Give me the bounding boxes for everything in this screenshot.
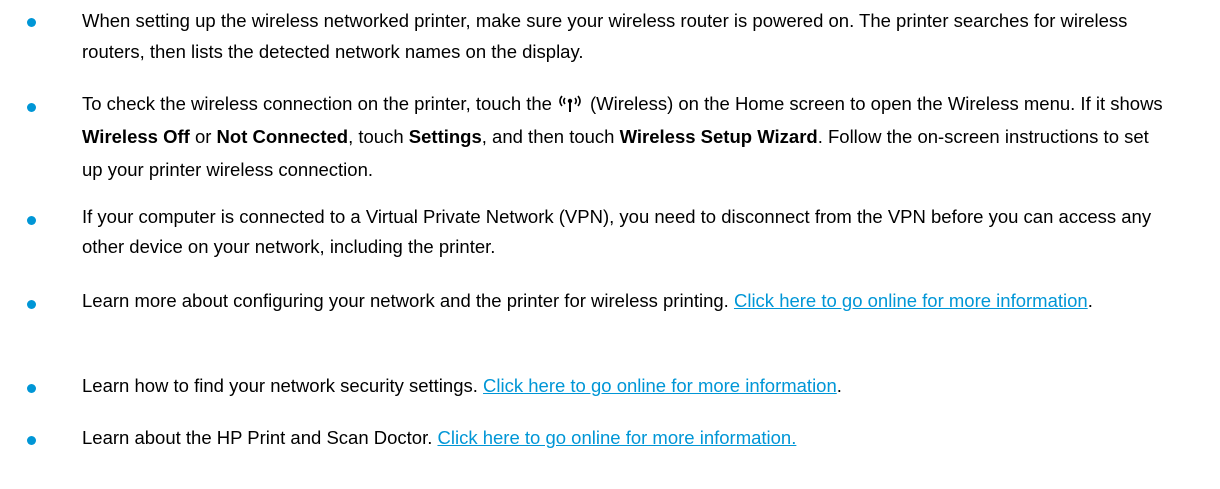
item-text-span: or <box>194 126 212 147</box>
bullet-icon <box>27 18 36 27</box>
bold-term: Wireless Setup Wizard <box>619 126 818 147</box>
item-text-span: Learn more about configuring your networ… <box>82 290 729 311</box>
more-info-link[interactable]: Click here to go online for more informa… <box>438 427 797 448</box>
item-text-span: . <box>1087 290 1093 311</box>
item-text-span: Learn about the HP Print and Scan Doctor… <box>82 427 433 448</box>
bullet-icon <box>27 300 36 309</box>
item-text-span: Learn how to find your network security … <box>82 375 478 396</box>
bullet-icon <box>27 436 36 445</box>
bullet-icon <box>27 216 36 225</box>
item-text-span: . <box>836 375 842 396</box>
item-text: If your computer is connected to a Virtu… <box>82 202 1172 262</box>
bullet-icon <box>27 103 36 112</box>
item-text-span: , touch <box>348 126 404 147</box>
item-text: When setting up the wireless networked p… <box>82 5 1172 67</box>
item-text: To check the wireless connection on the … <box>82 87 1172 186</box>
more-info-link[interactable]: Click here to go online for more informa… <box>483 375 837 396</box>
item-text-span: (Wireless) on the Home screen to open th… <box>589 93 1163 114</box>
bold-term: Not Connected <box>216 126 349 147</box>
item-text: Learn how to find your network security … <box>82 370 1172 401</box>
item-text-span: When setting up the wireless networked p… <box>82 10 1128 62</box>
wireless-icon <box>559 95 581 112</box>
item-text: Learn about the HP Print and Scan Doctor… <box>82 422 1172 453</box>
bullet-icon <box>27 384 36 393</box>
item-text-span: To check the wireless connection on the … <box>82 93 552 114</box>
item-text: Learn more about configuring your networ… <box>82 286 1172 315</box>
item-text-span: If your computer is connected to a Virtu… <box>82 206 1152 257</box>
item-text-span: , and then touch <box>481 126 615 147</box>
bold-term: Settings <box>408 126 482 147</box>
more-info-link[interactable]: Click here to go online for more informa… <box>734 290 1088 311</box>
bold-term: Wireless Off <box>82 126 190 147</box>
